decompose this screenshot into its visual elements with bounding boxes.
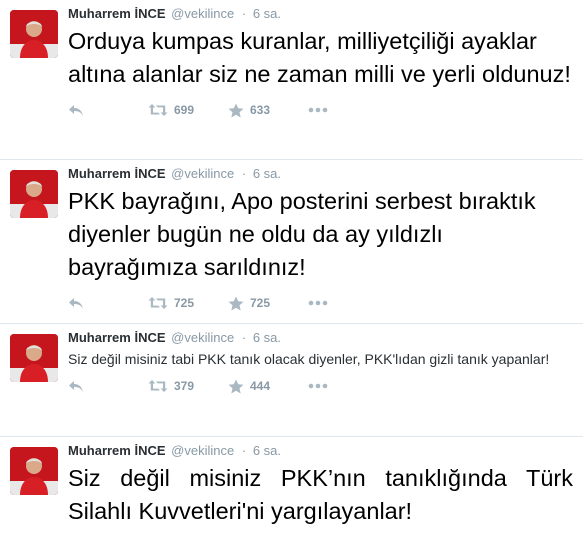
tweet-time[interactable]: 6 sa.	[253, 166, 281, 181]
tweet-text: Siz değil misiniz tabi PKK tanık olacak …	[68, 351, 550, 367]
tweet-header: Muharrem İNCE @vekilince · 6 sa.	[68, 5, 573, 23]
retweet-icon	[148, 380, 168, 392]
tweet-time[interactable]: 6 sa.	[253, 443, 281, 458]
author-handle[interactable]: @vekilince	[171, 6, 234, 21]
tweet-text: PKK bayrağını, Apo posterini serbest bır…	[68, 188, 536, 280]
author-handle[interactable]: @vekilince	[171, 330, 234, 345]
separator: ·	[241, 443, 247, 458]
separator: ·	[241, 6, 247, 21]
tweet[interactable]: Muharrem İNCE @vekilince · 6 sa. Orduya …	[0, 0, 583, 160]
retweet-button[interactable]: 379	[148, 379, 228, 393]
author-name[interactable]: Muharrem İNCE	[68, 443, 166, 458]
tweet-text: Orduya kumpas kuranlar, milliyetçiliği a…	[68, 28, 571, 87]
tweet-content: Muharrem İNCE @vekilince · 6 sa. PKK bay…	[68, 160, 583, 314]
retweet-button[interactable]: 699	[148, 103, 228, 117]
avatar-icon	[10, 334, 58, 382]
more-icon	[308, 107, 328, 113]
author-handle[interactable]: @vekilince	[171, 443, 234, 458]
tweet-content: Muharrem İNCE @vekilince · 6 sa. Siz değ…	[68, 437, 583, 528]
retweet-icon	[148, 297, 168, 309]
avatar[interactable]	[10, 10, 58, 58]
reply-icon	[69, 298, 83, 309]
star-icon	[228, 296, 244, 310]
tweet-time[interactable]: 6 sa.	[253, 330, 281, 345]
tweet-header: Muharrem İNCE @vekilince · 6 sa.	[68, 442, 573, 460]
tweet-time[interactable]: 6 sa.	[253, 6, 281, 21]
more-button[interactable]	[308, 383, 338, 389]
favorite-count: 633	[250, 103, 271, 117]
tweet-actions: 725 725	[68, 292, 573, 314]
tweet-actions: 379 444	[68, 375, 573, 397]
tweet[interactable]: Muharrem İNCE @vekilince · 6 sa. Siz değ…	[0, 324, 583, 437]
tweet[interactable]: Muharrem İNCE @vekilince · 6 sa. PKK bay…	[0, 160, 583, 324]
favorite-button[interactable]: 444	[228, 379, 308, 394]
star-icon	[228, 103, 244, 117]
favorite-button[interactable]: 725	[228, 296, 308, 311]
tweet-actions: 699 633	[68, 99, 573, 121]
avatar-icon	[10, 10, 58, 58]
author-name[interactable]: Muharrem İNCE	[68, 6, 166, 21]
tweet-text: Siz değil misiniz PKK’nın tanıklığında T…	[68, 465, 573, 524]
author-name[interactable]: Muharrem İNCE	[68, 330, 166, 345]
avatar[interactable]	[10, 170, 58, 218]
tweet-content: Muharrem İNCE @vekilince · 6 sa. Siz değ…	[68, 324, 583, 397]
separator: ·	[241, 166, 247, 181]
avatar-icon	[10, 170, 58, 218]
retweet-count: 379	[174, 379, 195, 393]
more-icon	[308, 300, 328, 306]
retweet-icon	[148, 104, 168, 116]
tweet-feed: Muharrem İNCE @vekilince · 6 sa. Orduya …	[0, 0, 583, 542]
star-icon	[228, 379, 244, 393]
retweet-count: 699	[174, 103, 195, 117]
reply-button[interactable]	[68, 296, 148, 310]
favorite-count: 725	[250, 296, 271, 310]
separator: ·	[241, 330, 247, 345]
author-handle[interactable]: @vekilince	[171, 166, 234, 181]
reply-button[interactable]	[68, 103, 148, 117]
tweet-header: Muharrem İNCE @vekilince · 6 sa.	[68, 165, 573, 183]
retweet-count: 725	[174, 296, 195, 310]
tweet-content: Muharrem İNCE @vekilince · 6 sa. Orduya …	[68, 0, 583, 121]
more-button[interactable]	[308, 107, 338, 113]
favorite-button[interactable]: 633	[228, 103, 308, 118]
reply-icon	[69, 105, 83, 116]
reply-button[interactable]	[68, 379, 148, 393]
reply-icon	[69, 381, 83, 392]
avatar-icon	[10, 447, 58, 495]
avatar[interactable]	[10, 447, 58, 495]
tweet[interactable]: Muharrem İNCE @vekilince · 6 sa. Siz değ…	[0, 437, 583, 542]
more-icon	[308, 383, 328, 389]
retweet-button[interactable]: 725	[148, 296, 228, 310]
favorite-count: 444	[250, 379, 271, 393]
avatar[interactable]	[10, 334, 58, 382]
author-name[interactable]: Muharrem İNCE	[68, 166, 166, 181]
more-button[interactable]	[308, 300, 338, 306]
tweet-header: Muharrem İNCE @vekilince · 6 sa.	[68, 329, 573, 347]
